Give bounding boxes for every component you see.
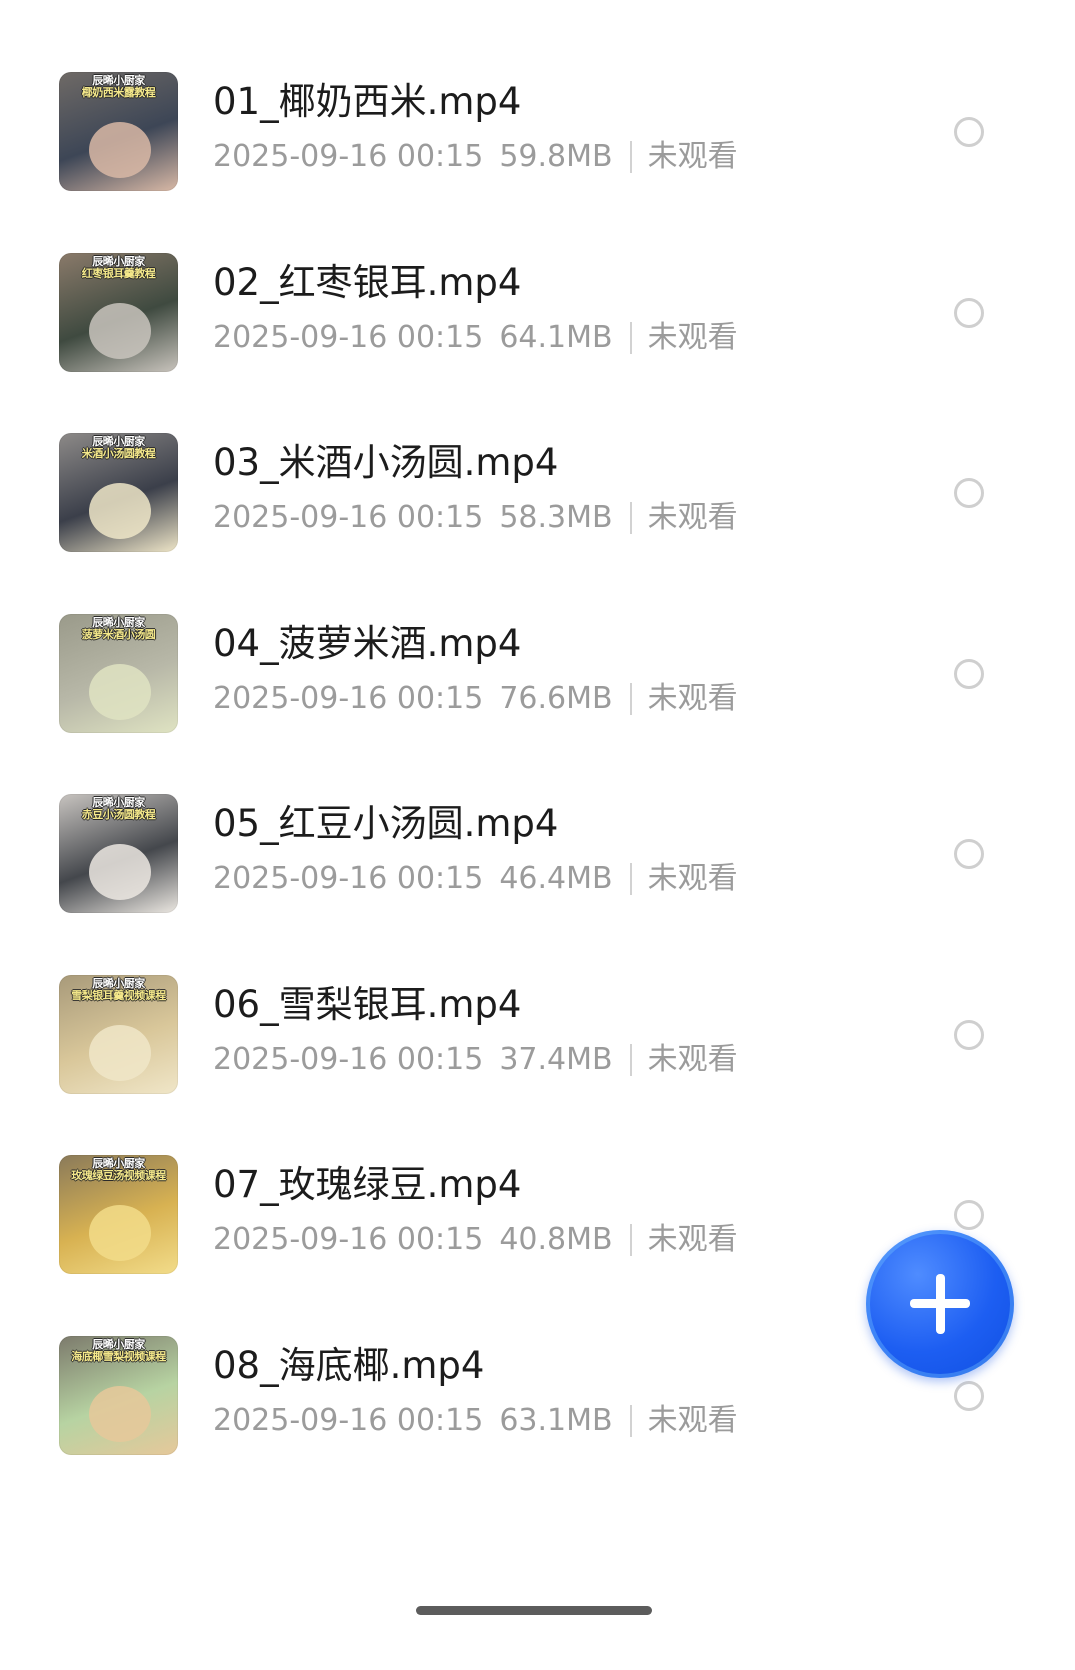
thumbnail-subject-shape	[89, 122, 151, 178]
thumbnail-caption: 辰晞小厨家 雪梨银耳羹视频课程	[59, 978, 178, 1002]
file-meta: 2025-09-16 00:15 37.4MB 未观看	[213, 1040, 738, 1080]
video-thumbnail[interactable]: 辰晞小厨家 菠萝米酒小汤圆	[59, 614, 178, 733]
file-size: 76.6MB	[499, 681, 613, 716]
thumbnail-caption: 辰晞小厨家 菠萝米酒小汤圆	[59, 617, 178, 641]
file-meta: 2025-09-16 00:15 64.1MB 未观看	[213, 318, 738, 358]
file-date: 2025-09-16 00:15	[213, 500, 484, 535]
thumbnail-caption-line2: 菠萝米酒小汤圆	[81, 628, 156, 641]
file-row[interactable]: 辰晞小厨家 赤豆小汤圆教程 05_红豆小汤圆.mp4 2025-09-16 00:15…	[0, 787, 1075, 937]
thumbnail-caption: 辰晞小厨家 红枣银耳羹教程	[59, 256, 178, 280]
file-date: 2025-09-16 00:15	[213, 1403, 484, 1438]
watch-status: 未观看	[647, 500, 738, 535]
select-radio[interactable]	[954, 1020, 984, 1050]
meta-divider	[629, 141, 632, 173]
meta-divider	[629, 863, 632, 895]
watch-status: 未观看	[647, 1403, 738, 1438]
file-name[interactable]: 05_红豆小汤圆.mp4	[213, 801, 558, 847]
thumbnail-subject-shape	[89, 844, 151, 900]
file-row[interactable]: 辰晞小厨家 雪梨银耳羹视频课程 06_雪梨银耳.mp4 2025-09-16 00:1…	[0, 968, 1075, 1118]
thumbnail-caption-line2: 玫瑰绿豆汤视频课程	[71, 1169, 166, 1182]
file-row[interactable]: 辰晞小厨家 菠萝米酒小汤圆 04_菠萝米酒.mp4 2025-09-16 00:15 7…	[0, 607, 1075, 757]
thumbnail-caption-line2: 椰奶西米露教程	[81, 86, 156, 99]
file-meta: 2025-09-16 00:15 63.1MB 未观看	[213, 1401, 738, 1441]
file-name[interactable]: 06_雪梨银耳.mp4	[213, 982, 521, 1028]
select-radio[interactable]	[954, 659, 984, 689]
watch-status: 未观看	[647, 681, 738, 716]
thumbnail-caption-line2: 赤豆小汤圆教程	[81, 808, 156, 821]
file-date: 2025-09-16 00:15	[213, 139, 484, 174]
thumbnail-caption-line2: 米酒小汤圆教程	[81, 447, 156, 460]
file-size: 46.4MB	[499, 861, 613, 896]
home-indicator[interactable]	[416, 1606, 652, 1615]
meta-divider	[629, 502, 632, 534]
thumbnail-subject-shape	[89, 483, 151, 539]
video-thumbnail[interactable]: 辰晞小厨家 雪梨银耳羹视频课程	[59, 975, 178, 1094]
select-radio[interactable]	[954, 117, 984, 147]
select-radio[interactable]	[954, 839, 984, 869]
file-name[interactable]: 01_椰奶西米.mp4	[213, 79, 521, 125]
select-radio[interactable]	[954, 298, 984, 328]
file-meta: 2025-09-16 00:15 46.4MB 未观看	[213, 859, 738, 899]
video-thumbnail[interactable]: 辰晞小厨家 米酒小汤圆教程	[59, 433, 178, 552]
file-row[interactable]: 辰晞小厨家 米酒小汤圆教程 03_米酒小汤圆.mp4 2025-09-16 00:15…	[0, 426, 1075, 576]
watch-status: 未观看	[647, 861, 738, 896]
watch-status: 未观看	[647, 1042, 738, 1077]
file-date: 2025-09-16 00:15	[213, 320, 484, 355]
file-row[interactable]: 辰晞小厨家 红枣银耳羹教程 02_红枣银耳.mp4 2025-09-16 00:15 6…	[0, 246, 1075, 396]
thumbnail-caption: 辰晞小厨家 米酒小汤圆教程	[59, 436, 178, 460]
meta-divider	[629, 1044, 632, 1076]
file-name[interactable]: 03_米酒小汤圆.mp4	[213, 440, 558, 486]
video-thumbnail[interactable]: 辰晞小厨家 椰奶西米露教程	[59, 72, 178, 191]
select-radio[interactable]	[954, 1381, 984, 1411]
thumbnail-subject-shape	[89, 1386, 151, 1442]
meta-divider	[629, 1405, 632, 1437]
video-thumbnail[interactable]: 辰晞小厨家 玫瑰绿豆汤视频课程	[59, 1155, 178, 1274]
meta-divider	[629, 1224, 632, 1256]
video-thumbnail[interactable]: 辰晞小厨家 红枣银耳羹教程	[59, 253, 178, 372]
thumbnail-caption-line2: 雪梨银耳羹视频课程	[71, 989, 166, 1002]
file-size: 64.1MB	[499, 320, 613, 355]
file-date: 2025-09-16 00:15	[213, 861, 484, 896]
file-size: 40.8MB	[499, 1222, 613, 1257]
file-size: 58.3MB	[499, 500, 613, 535]
thumbnail-subject-shape	[89, 1025, 151, 1081]
file-date: 2025-09-16 00:15	[213, 1222, 484, 1257]
file-meta: 2025-09-16 00:15 76.6MB 未观看	[213, 679, 738, 719]
thumbnail-caption: 辰晞小厨家 玫瑰绿豆汤视频课程	[59, 1158, 178, 1182]
thumbnail-caption: 辰晞小厨家 海底椰雪梨视频课程	[59, 1339, 178, 1363]
add-button[interactable]	[866, 1230, 1014, 1378]
thumbnail-caption: 辰晞小厨家 赤豆小汤圆教程	[59, 797, 178, 821]
file-row[interactable]: 辰晞小厨家 椰奶西米露教程 01_椰奶西米.mp4 2025-09-16 00:15 5…	[0, 65, 1075, 215]
meta-divider	[629, 322, 632, 354]
file-date: 2025-09-16 00:15	[213, 1042, 484, 1077]
thumbnail-subject-shape	[89, 303, 151, 359]
file-name[interactable]: 08_海底椰.mp4	[213, 1343, 484, 1389]
file-size: 63.1MB	[499, 1403, 613, 1438]
file-meta: 2025-09-16 00:15 59.8MB 未观看	[213, 137, 738, 177]
watch-status: 未观看	[647, 320, 738, 355]
thumbnail-subject-shape	[89, 1205, 151, 1261]
thumbnail-caption-line2: 海底椰雪梨视频课程	[71, 1350, 166, 1363]
meta-divider	[629, 683, 632, 715]
file-meta: 2025-09-16 00:15 58.3MB 未观看	[213, 498, 738, 538]
file-meta: 2025-09-16 00:15 40.8MB 未观看	[213, 1220, 738, 1260]
watch-status: 未观看	[647, 139, 738, 174]
thumbnail-caption: 辰晞小厨家 椰奶西米露教程	[59, 75, 178, 99]
select-radio[interactable]	[954, 478, 984, 508]
thumbnail-subject-shape	[89, 664, 151, 720]
file-size: 37.4MB	[499, 1042, 613, 1077]
file-name[interactable]: 07_玫瑰绿豆.mp4	[213, 1162, 521, 1208]
thumbnail-caption-line2: 红枣银耳羹教程	[81, 267, 156, 280]
file-name[interactable]: 04_菠萝米酒.mp4	[213, 621, 521, 667]
file-name[interactable]: 02_红枣银耳.mp4	[213, 260, 521, 306]
file-size: 59.8MB	[499, 139, 613, 174]
file-date: 2025-09-16 00:15	[213, 681, 484, 716]
video-thumbnail[interactable]: 辰晞小厨家 海底椰雪梨视频课程	[59, 1336, 178, 1455]
select-radio[interactable]	[954, 1200, 984, 1230]
video-thumbnail[interactable]: 辰晞小厨家 赤豆小汤圆教程	[59, 794, 178, 913]
plus-icon	[936, 1274, 945, 1334]
watch-status: 未观看	[647, 1222, 738, 1257]
